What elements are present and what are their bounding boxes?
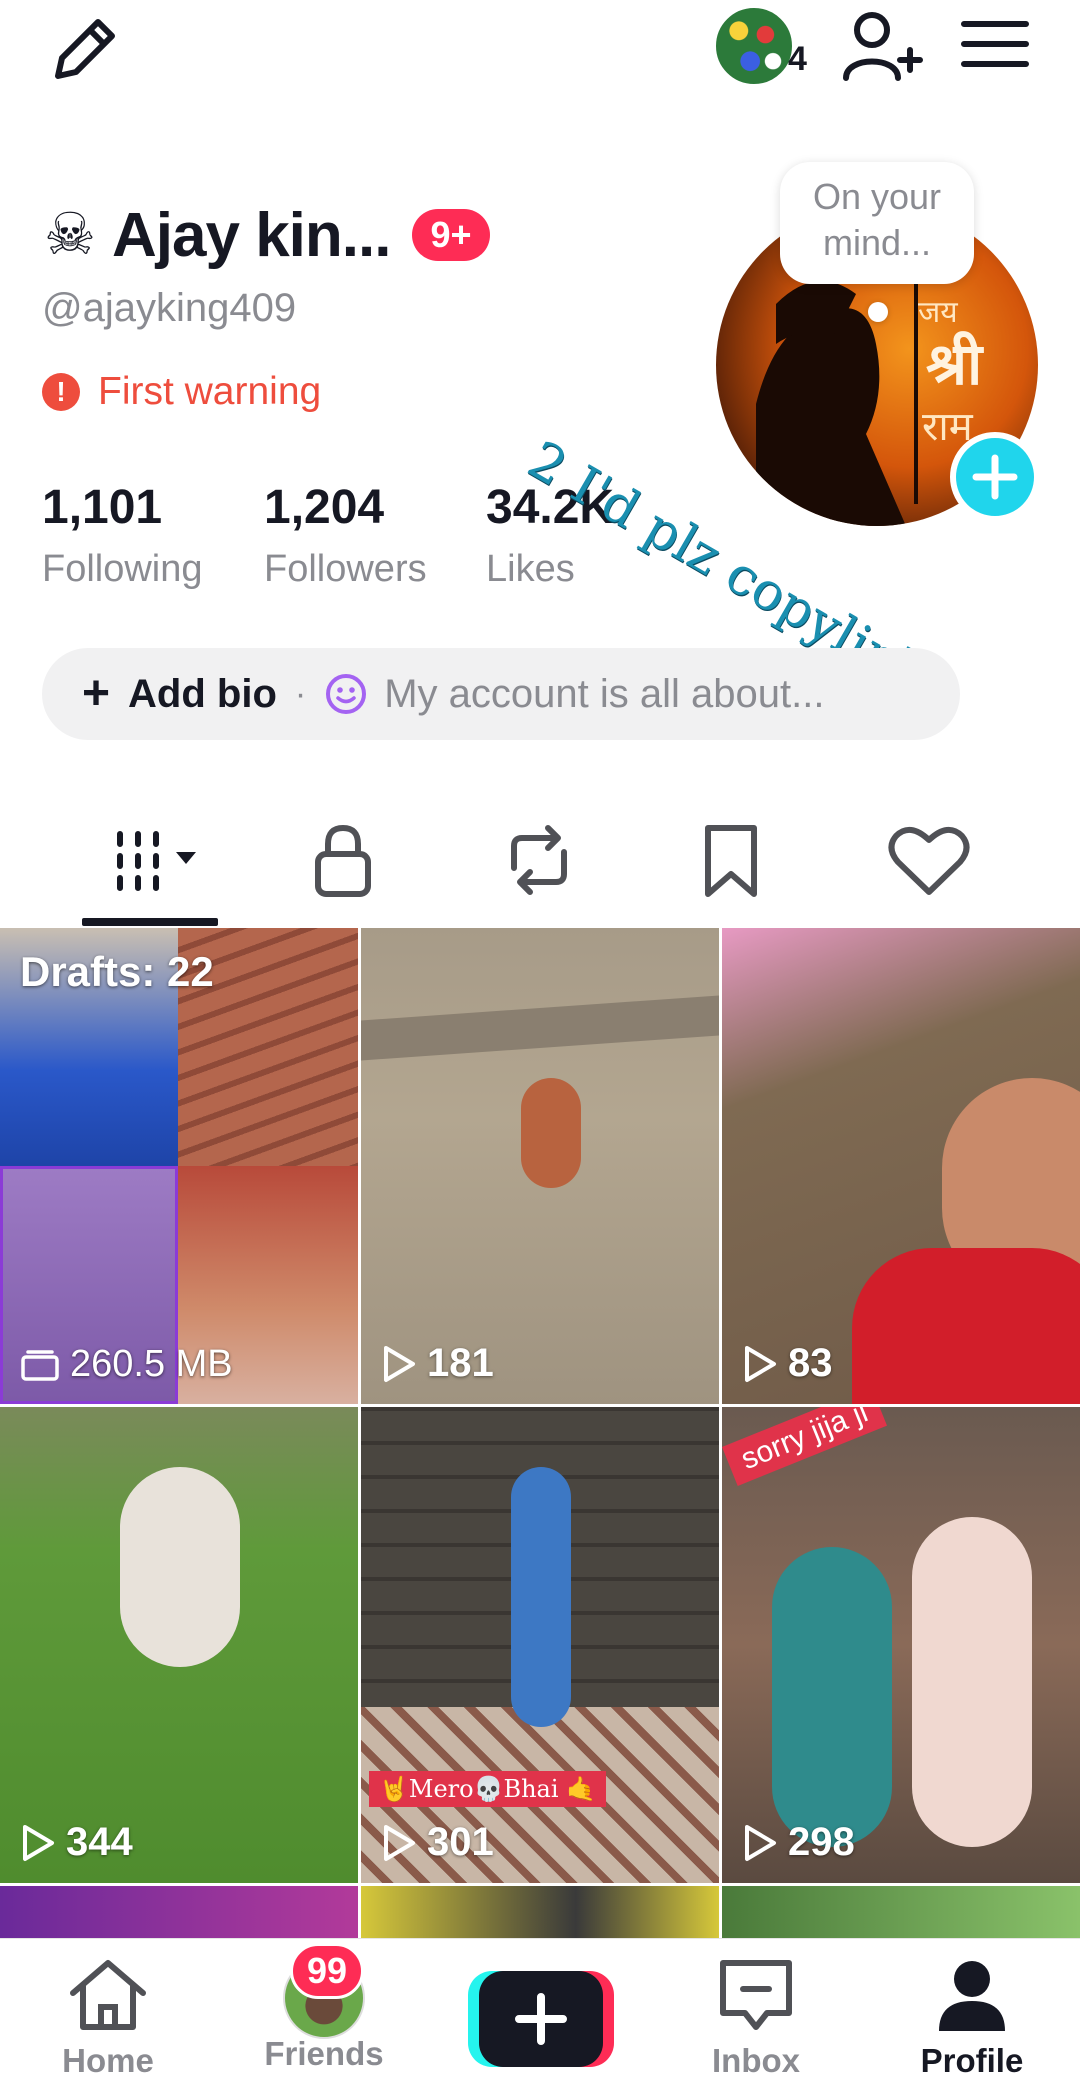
stat-following[interactable]: 1,101 Following xyxy=(42,484,203,591)
video-cell-4[interactable]: 🤘Mero💀Bhai 🤙 301 xyxy=(361,1407,719,1883)
mero-bhai-sticker: 🤘Mero💀Bhai 🤙 xyxy=(369,1771,607,1807)
warning-text: First warning xyxy=(98,370,322,413)
nav-profile-label: Profile xyxy=(920,2042,1024,2079)
video-cell-8[interactable] xyxy=(722,1886,1080,1938)
avatar-text-shri: श्री xyxy=(926,330,984,398)
video-cell-5[interactable]: sorry jija ji 298 xyxy=(722,1407,1080,1883)
bookmark-icon[interactable] xyxy=(686,820,776,900)
stat-followers[interactable]: 1,204 Followers xyxy=(264,484,427,591)
friends-badge: 99 xyxy=(290,1943,365,1999)
drafts-size-value: 260.5 MB xyxy=(70,1343,233,1385)
nav-profile[interactable]: Profile xyxy=(882,1957,1062,2080)
nav-home-label: Home xyxy=(62,2042,154,2079)
notification-badge[interactable]: 9+ xyxy=(412,209,490,261)
bio-separator: · xyxy=(294,674,307,713)
username[interactable]: @ajayking409 xyxy=(42,286,296,331)
thought-bubble-dot xyxy=(868,302,888,322)
drafts-label: Drafts: 22 xyxy=(20,948,214,995)
video-thumb-child xyxy=(511,1467,571,1727)
story-count: 4 xyxy=(788,40,807,78)
video-cell-7[interactable] xyxy=(361,1886,719,1938)
profile-icon xyxy=(939,1961,1005,2031)
add-avatar-plus-icon[interactable] xyxy=(950,432,1040,522)
bio-pill[interactable]: + Add bio · My account is all about... xyxy=(42,648,960,740)
play-icon xyxy=(745,1824,776,1861)
drafts-cell[interactable]: Drafts: 22 260.5 MB xyxy=(0,928,358,1404)
smiley-icon xyxy=(326,674,367,714)
home-icon xyxy=(70,1960,146,2030)
lock-icon[interactable] xyxy=(298,820,388,900)
view-count-value: 301 xyxy=(427,1820,494,1864)
video-thumb-girl-2 xyxy=(912,1517,1032,1847)
profile-name-row: ☠ Ajay kin... 9+ xyxy=(44,200,490,270)
nav-friends-label: Friends xyxy=(264,2035,384,2072)
add-bio-label: Add bio xyxy=(128,671,277,716)
videos-grid-icon[interactable] xyxy=(112,820,202,900)
inbox-icon xyxy=(720,1960,792,2030)
view-count-value: 298 xyxy=(788,1820,855,1864)
pencil-icon[interactable] xyxy=(44,8,124,88)
plus-icon: + xyxy=(82,667,111,720)
video-thumb-child xyxy=(521,1078,581,1188)
repost-icon[interactable] xyxy=(494,820,584,900)
following-label: Following xyxy=(42,548,203,590)
video-cell-2[interactable]: 83 xyxy=(722,928,1080,1404)
video-cell-1[interactable]: 181 xyxy=(361,928,719,1404)
story-avatar[interactable] xyxy=(714,6,794,86)
bottom-nav: Home Friends 99 Inbox Profile xyxy=(0,1938,1080,2096)
avatar-text-jay: जय xyxy=(918,295,958,330)
drafts-size: 260.5 MB xyxy=(20,1343,233,1386)
view-count-value: 181 xyxy=(427,1341,494,1385)
nav-inbox[interactable]: Inbox xyxy=(666,1957,846,2080)
video-cell-6[interactable] xyxy=(0,1886,358,1938)
hamburger-menu-icon[interactable] xyxy=(960,14,1030,74)
view-count-value: 83 xyxy=(788,1341,833,1385)
play-icon xyxy=(745,1345,776,1382)
heart-icon[interactable] xyxy=(884,820,974,900)
stack-icon xyxy=(21,1349,59,1381)
exclamation-icon: ! xyxy=(42,373,80,411)
view-count-value: 344 xyxy=(66,1820,133,1864)
following-count: 1,101 xyxy=(42,481,163,534)
active-tab-indicator xyxy=(82,918,218,926)
play-icon xyxy=(23,1824,54,1861)
warning-row[interactable]: ! First warning xyxy=(42,370,321,414)
video-thumb-ledge xyxy=(361,995,719,1061)
view-count: 298 xyxy=(742,1820,855,1865)
video-thumb-girl-1 xyxy=(772,1547,892,1847)
play-icon xyxy=(384,1824,415,1861)
followers-label: Followers xyxy=(264,548,427,590)
view-count: 181 xyxy=(381,1341,494,1386)
video-grid: Drafts: 22 260.5 MB 181 83 344 🤘Mero💀Bha… xyxy=(0,928,1080,1938)
top-bar: 4 xyxy=(0,0,1080,100)
add-user-icon[interactable] xyxy=(838,4,924,90)
followers-count: 1,204 xyxy=(264,481,385,534)
video-cell-3[interactable]: 344 xyxy=(0,1407,358,1883)
content-tabs xyxy=(0,800,1080,928)
likes-label: Likes xyxy=(486,548,575,590)
view-count: 301 xyxy=(381,1820,494,1865)
thought-bubble[interactable]: On your mind... xyxy=(780,162,974,284)
view-count: 344 xyxy=(20,1820,133,1865)
view-count: 83 xyxy=(742,1341,833,1386)
create-button[interactable] xyxy=(468,1971,614,2067)
nav-inbox-label: Inbox xyxy=(712,2042,800,2079)
sorry-sticker: sorry jija ji xyxy=(722,1407,888,1486)
play-icon xyxy=(384,1345,415,1382)
display-name[interactable]: Ajay kin... xyxy=(112,200,391,271)
video-thumb-shirt xyxy=(852,1248,1080,1404)
nav-home[interactable]: Home xyxy=(18,1957,198,2080)
video-thumb-child xyxy=(120,1467,240,1667)
bio-placeholder: My account is all about... xyxy=(384,671,825,716)
skull-icon: ☠ xyxy=(44,202,96,267)
